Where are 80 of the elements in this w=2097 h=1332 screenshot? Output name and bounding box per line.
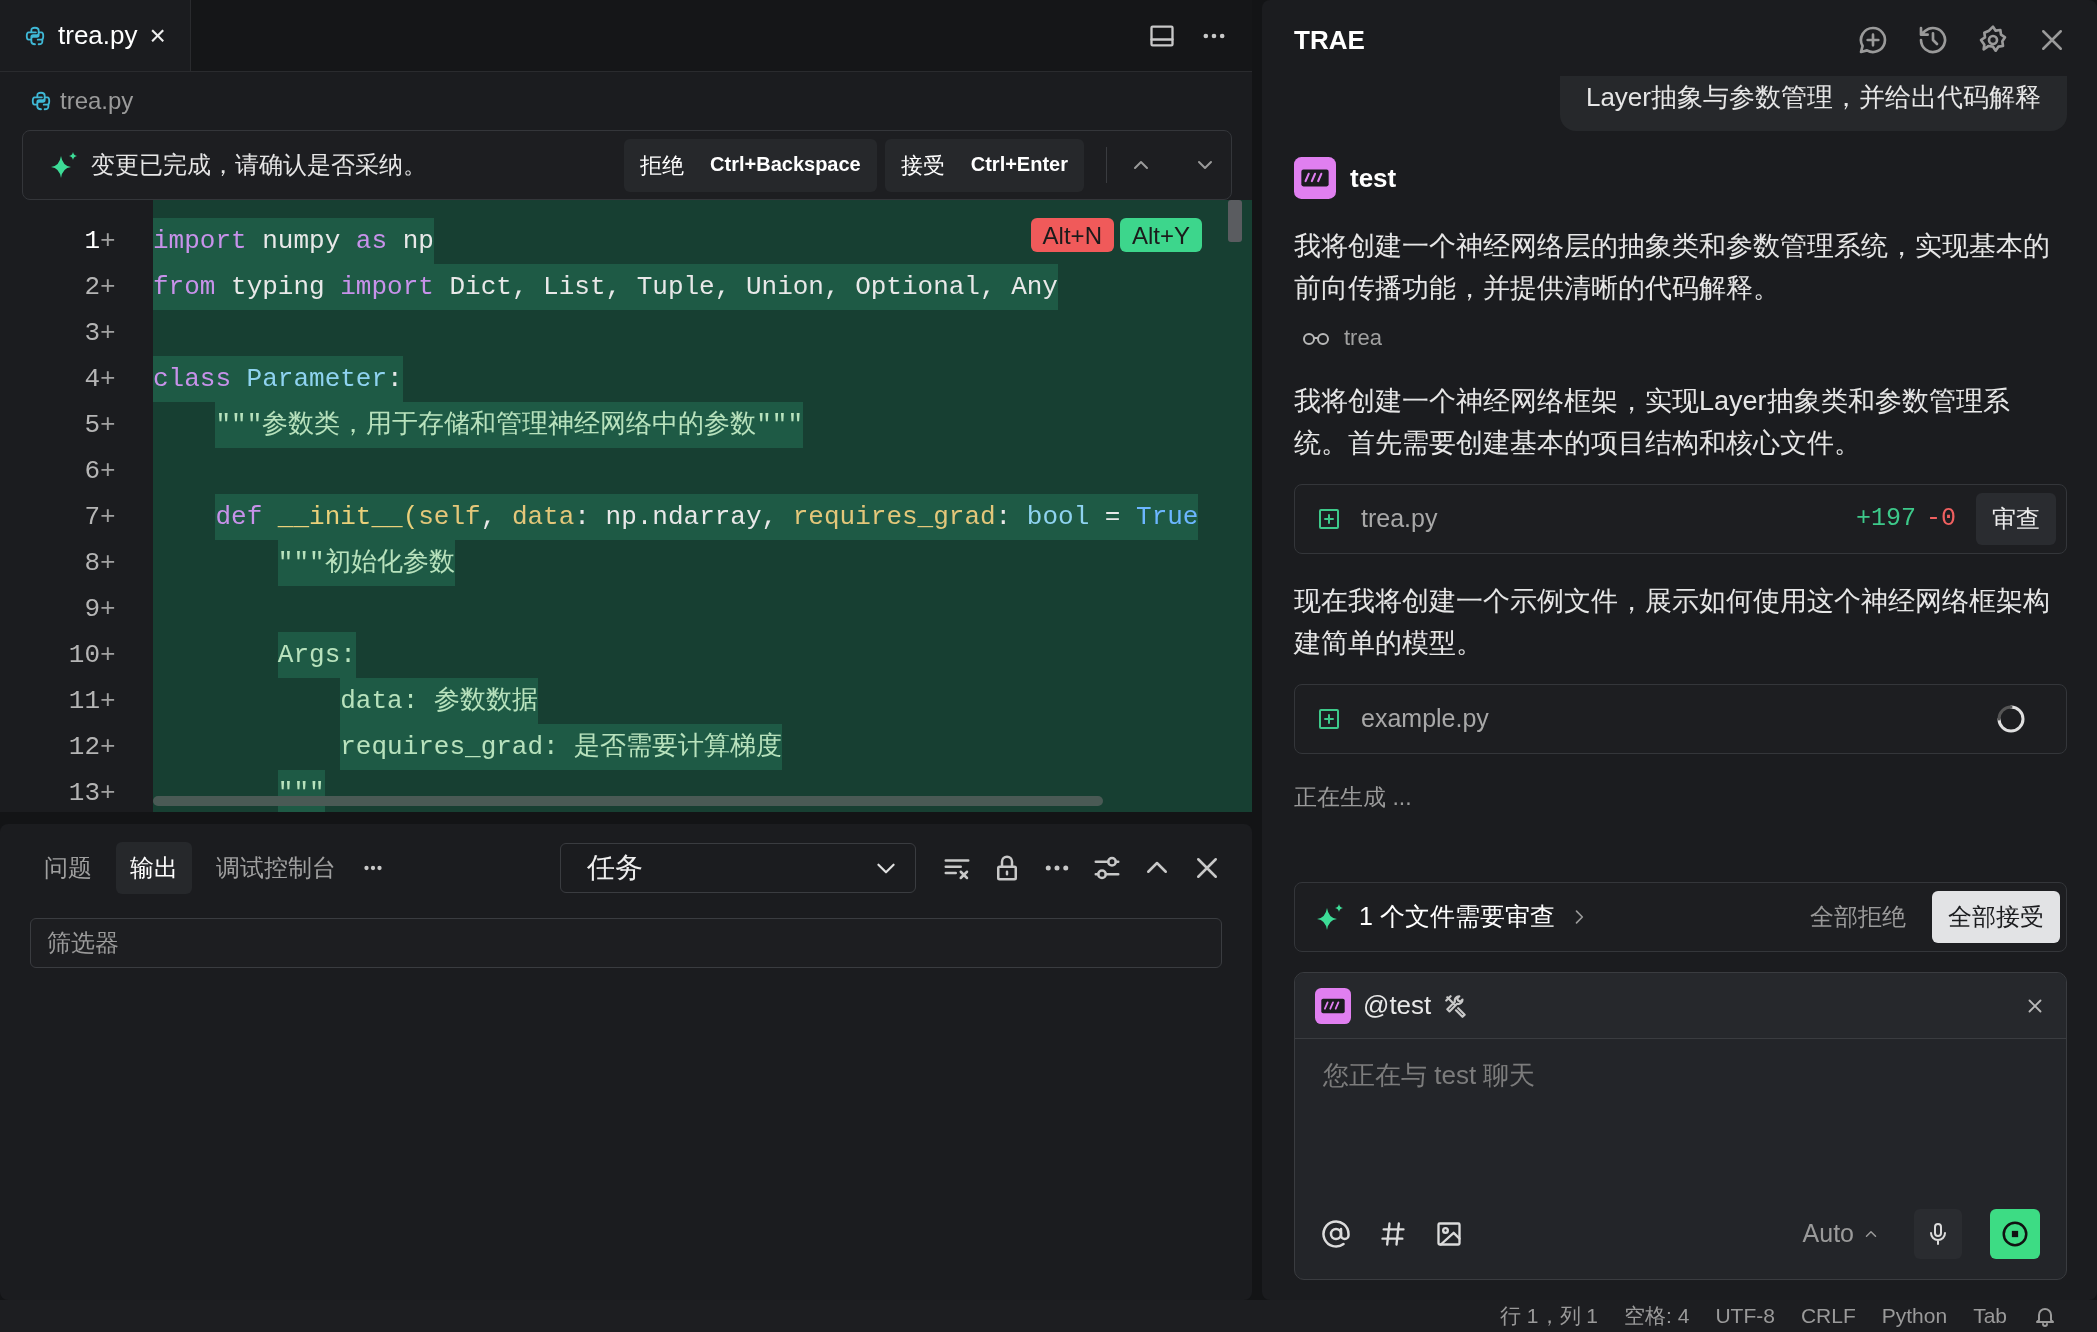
breadcrumb-item[interactable]: trea.py: [60, 83, 134, 119]
chat-input[interactable]: 您正在与 test 聊天: [1321, 1055, 2040, 1096]
line-number: 9: [83, 592, 100, 626]
accept-all-button[interactable]: 全部接受: [1932, 891, 2060, 943]
chat-message-text: 现在我将创建一个示例文件，展示如何使用这个神经网络框架构建简单的模型。: [1294, 585, 2051, 660]
panel-tab[interactable]: 问题: [30, 842, 106, 894]
line-number: 11: [67, 684, 100, 718]
python-file-icon: [24, 24, 46, 47]
model-selector[interactable]: Auto: [1796, 1214, 1886, 1254]
microphone-button[interactable]: [1914, 1209, 1962, 1259]
line-number: 12: [67, 730, 100, 764]
diff-action-button[interactable]: 拒绝 Ctrl+Backspace: [624, 138, 877, 192]
line-number: 6: [83, 454, 100, 488]
review-summary[interactable]: 1 个文件需要审查: [1359, 898, 1555, 936]
plus-square-icon: [1317, 507, 1341, 531]
line-number: 1: [83, 224, 100, 258]
new-chat-icon[interactable]: [1857, 24, 1889, 56]
reject-all-button[interactable]: 全部拒绝: [1798, 891, 1918, 943]
user-message: Layer抽象与参数管理，并给出代码解释: [1559, 76, 2067, 131]
accept-hunk-button[interactable]: Alt+Y: [1119, 218, 1202, 252]
diff-action-button[interactable]: 接受 Ctrl+Enter: [884, 138, 1084, 192]
file-tab[interactable]: trea.py ×: [0, 0, 191, 71]
avatar-icon: [1315, 987, 1351, 1024]
change-message: 变更已完成，请确认是否采纳。: [91, 150, 427, 180]
stop-button[interactable]: [1990, 1209, 2040, 1259]
generating-status: 正在生成 ...: [1294, 783, 1413, 812]
agent-mention: @test: [1363, 989, 1432, 1022]
lines-removed-count: -0: [1926, 503, 1956, 536]
mention-icon[interactable]: [1321, 1219, 1351, 1249]
output-channel-dropdown[interactable]: 任务: [560, 843, 916, 893]
lines-added-count: +197: [1855, 503, 1916, 536]
status-item[interactable]: Tab: [1973, 1300, 2007, 1332]
panel-tab[interactable]: 输出: [116, 842, 192, 894]
scrollbar-thumb[interactable]: [1228, 200, 1242, 242]
added-line-marker: +: [100, 776, 117, 810]
python-file-icon: [30, 90, 52, 112]
line-number: 4: [83, 362, 100, 396]
line-number: 8: [83, 546, 100, 580]
status-item[interactable]: 行 1，列 1: [1500, 1300, 1599, 1332]
added-line-marker: +: [100, 362, 117, 396]
added-line-marker: +: [100, 224, 117, 258]
review-button[interactable]: 审查: [1976, 493, 2056, 545]
loading-spinner-icon: [1996, 704, 2026, 734]
line-number: 5: [83, 408, 100, 442]
agent-name: test: [1350, 161, 1397, 195]
added-line-marker: +: [100, 730, 117, 764]
plus-square-icon: [1317, 707, 1341, 731]
image-icon[interactable]: [1435, 1220, 1463, 1248]
line-number: 7: [83, 500, 100, 534]
chat-message-text: 我将创建一个神经网络层的抽象类和参数管理系统，实现基本的前向传播功能，并提供清晰的代码解释。: [1294, 230, 2051, 305]
filter-field[interactable]: 筛选器: [30, 918, 1222, 968]
status-item[interactable]: Python: [1881, 1300, 1948, 1332]
stop-icon: [2000, 1219, 2030, 1249]
history-icon[interactable]: [1917, 24, 1949, 56]
status-item[interactable]: 空格: 4: [1624, 1300, 1690, 1332]
added-line-marker: +: [100, 638, 117, 672]
added-line-marker: +: [100, 592, 117, 626]
added-line-marker: +: [100, 408, 117, 442]
added-line-marker: +: [100, 684, 117, 718]
added-line-marker: +: [100, 316, 117, 350]
file-card[interactable]: trea.py +197 -0 审查: [1294, 484, 2067, 554]
added-line-marker: +: [100, 500, 117, 534]
avatar-icon: [1294, 157, 1336, 199]
reject-hunk-button[interactable]: Alt+N: [1030, 218, 1114, 252]
line-number: 10: [67, 638, 100, 672]
status-item[interactable]: CRLF: [1800, 1300, 1856, 1332]
step-label: trea: [1344, 324, 1382, 352]
added-line-marker: +: [100, 454, 117, 488]
line-number: 2: [83, 270, 100, 304]
added-line-marker: +: [100, 546, 117, 580]
status-item[interactable]: UTF-8: [1715, 1300, 1775, 1332]
panel-title: TRAE: [1294, 23, 1365, 57]
chat-message-text: 我将创建一个神经网络框架，实现Layer抽象类和参数管理系统。首先需要创建基本的项目结构和核心文件。: [1294, 385, 2011, 460]
file-card[interactable]: example.py: [1294, 684, 2067, 754]
added-line-marker: +: [100, 270, 117, 304]
line-number: 13: [67, 776, 100, 810]
hashtag-icon[interactable]: [1379, 1220, 1407, 1248]
scrollbar-thumb[interactable]: [153, 796, 1103, 806]
panel-tab[interactable]: 调试控制台: [202, 842, 350, 894]
line-number: 3: [83, 316, 100, 350]
